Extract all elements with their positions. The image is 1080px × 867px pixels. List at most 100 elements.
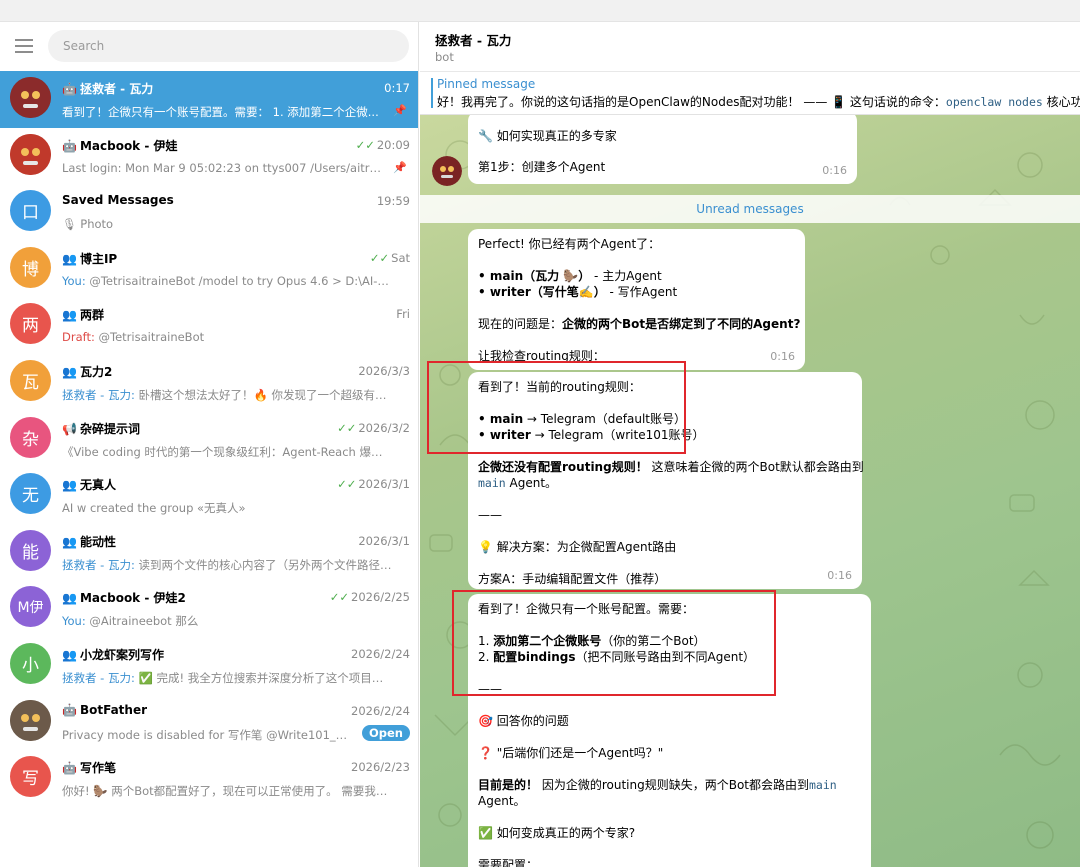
chat-list-item[interactable]: 小 👥 小龙虾案列写作 2026/2/24 拯救者 - 瓦力: ✅ 完成! 我全方位搜索… bbox=[0, 637, 418, 694]
message-line: Perfect! 你已经有两个Agent了： bbox=[478, 237, 661, 251]
pinned-message-bar[interactable]: Pinned message 好！我再完了。你说的这句话指的是OpenClaw的… bbox=[420, 72, 1080, 115]
chat-list-item[interactable]: M伊 👥 Macbook - 伊娃2 ✓✓ 2026/2/25 You: @Aitrain… bbox=[0, 580, 418, 637]
message-text: 因为企微的routing规则缺失，两个Bot都会路由到 bbox=[538, 778, 809, 792]
agent-desc: - 主力Agent bbox=[590, 269, 662, 283]
read-check-icon: ✓✓ bbox=[337, 420, 357, 435]
message-time: 0:16 bbox=[770, 350, 795, 363]
chat-type-icon: 👥 bbox=[62, 251, 77, 266]
chat-avatar bbox=[10, 699, 51, 741]
preview-sender: You: bbox=[62, 273, 90, 288]
pin-icon: 📌 bbox=[393, 160, 407, 174]
message-text: 现在的问题是： bbox=[478, 317, 563, 331]
message-line: 🔧 如何实现真正的多专家 bbox=[478, 129, 617, 143]
chat-list-item[interactable]: 🤖 拯救者 - 瓦力 0:17 看到了！企微只有一个账号配置。需要： 1. 添加第二个… bbox=[0, 71, 418, 128]
chat-list: 🤖 拯救者 - 瓦力 0:17 看到了！企微只有一个账号配置。需要： 1. 添加第二个… bbox=[0, 71, 418, 807]
message-text: Agent。 bbox=[505, 476, 558, 490]
chat-preview: AI w created the group «无真人» bbox=[62, 501, 246, 516]
chat-header[interactable]: 拯救者 - 瓦力 bot bbox=[420, 22, 1080, 72]
sidebar-top-bar bbox=[0, 22, 418, 71]
chat-name: 👥 小龙虾案列写作 bbox=[62, 646, 164, 663]
chat-list-panel: 🤖拯救者 - 瓦力0:17看到了！企微只有一个账号配置。需要： 1. 添加第二个… bbox=[0, 22, 419, 867]
preview-sender: Draft: bbox=[62, 330, 99, 345]
chat-list-item[interactable]: 写 🤖 写作笔 2026/2/23 你好! 🦫 两个Bot都配置好了，现在可以正常使用了… bbox=[0, 750, 418, 807]
message-line: • main（瓦力 🦫） - 主力Agent bbox=[478, 268, 795, 284]
message-bold-text: 企微的两个Bot是否绑定到了不同的Agent? bbox=[562, 317, 801, 331]
search-box[interactable] bbox=[48, 30, 409, 62]
message-line: ✅ 如何变成真正的两个专家? bbox=[478, 826, 636, 840]
chat-time: ✓✓ 2026/3/2 bbox=[337, 420, 410, 435]
chat-name-text: 拯救者 - 瓦力 bbox=[79, 82, 154, 96]
chat-name: 📢 杂碎提示词 bbox=[62, 420, 140, 437]
bot-avatar[interactable] bbox=[432, 156, 462, 186]
chat-name-text: 瓦力2 bbox=[79, 364, 113, 379]
chat-name: 👥 博主IP bbox=[62, 250, 117, 267]
chat-preview: 拯救者 - 瓦力: ✅ 完成! 我全方位搜索并深度分析了这个项目，... bbox=[62, 670, 392, 685]
chat-list-item[interactable]: 杂 📢 杂碎提示词 ✓✓ 2026/3/2 《Vibe coding 时代的第一个现象级红… bbox=[0, 411, 418, 468]
inline-code: main bbox=[478, 476, 506, 490]
agent-desc: - 写作Agent bbox=[605, 285, 678, 299]
message-text: 这意味着企微的两个Bot默认都会路由到 bbox=[647, 460, 864, 474]
chat-time: 19:59 bbox=[376, 194, 410, 209]
highlight-box bbox=[452, 590, 776, 696]
chat-background: 🔧 如何实现真正的多专家 第1步：创建多个Agent 0:16 Unread m… bbox=[420, 115, 1080, 867]
chat-time: Fri bbox=[396, 307, 410, 322]
chat-avatar: 口 bbox=[10, 190, 51, 232]
chat-name: 🤖 BotFather bbox=[62, 703, 147, 717]
chat-list-item[interactable]: 🤖 BotFather 2026/2/24 Privacy mode is disab… bbox=[0, 694, 418, 751]
message-time: 0:16 bbox=[822, 164, 847, 177]
chat-name-text: Macbook - 伊娃2 bbox=[79, 591, 186, 606]
chat-name-text: 博主IP bbox=[79, 251, 118, 266]
chat-time: 2026/3/3 bbox=[358, 363, 410, 378]
search-input[interactable] bbox=[48, 30, 409, 62]
chat-time: ✓✓ 20:09 bbox=[355, 137, 410, 152]
chat-time: ✓✓ 2026/2/25 bbox=[329, 590, 410, 605]
message-line: Agent。 bbox=[478, 794, 526, 808]
chat-type-icon: 🤖 bbox=[62, 761, 77, 776]
chat-list-item[interactable]: 能 👥 能动性 2026/3/1 拯救者 - 瓦力: 读到两个文件的核心内容了（另外两个… bbox=[0, 524, 418, 581]
chat-preview: You: @TetrisaitraineBot /model to try Op… bbox=[62, 273, 392, 288]
chat-name: 👥 两群 bbox=[62, 306, 104, 323]
chat-time: 2026/2/24 bbox=[351, 646, 410, 661]
chat-name-text: 杂碎提示词 bbox=[79, 421, 140, 436]
chat-avatar: 小 bbox=[10, 642, 51, 684]
message-line: 目前是的！ 因为企微的routing规则缺失，两个Bot都会路由到main bbox=[478, 777, 861, 793]
chat-list-item[interactable]: 口 Saved Messages 19:59 🎙 Photo bbox=[0, 184, 418, 241]
message-line: • writer（写什笔✍️） - 写作Agent bbox=[478, 284, 795, 300]
chat-name: Saved Messages bbox=[62, 193, 174, 207]
chat-subtitle: bot bbox=[435, 50, 454, 64]
chat-avatar: 写 bbox=[10, 756, 51, 798]
chat-avatar bbox=[10, 133, 51, 175]
chat-name-text: 小龙虾案列写作 bbox=[79, 647, 164, 662]
chat-avatar: 杂 bbox=[10, 416, 51, 458]
agent-name: • writer（写什笔✍️） bbox=[478, 285, 606, 299]
message-line: 现在的问题是：企微的两个Bot是否绑定到了不同的Agent? bbox=[478, 316, 800, 332]
open-button[interactable]: Open bbox=[362, 724, 410, 741]
message-line: ❓ "后端你们还是一个Agent吗？" bbox=[478, 746, 664, 760]
chat-avatar bbox=[10, 77, 51, 118]
chat-name: 🤖 Macbook - 伊娃 bbox=[62, 137, 178, 154]
chat-type-icon: 👥 bbox=[62, 478, 77, 493]
chat-time: ✓✓ Sat bbox=[369, 250, 410, 265]
chat-avatar: 两 bbox=[10, 303, 51, 345]
chat-preview: 《Vibe coding 时代的第一个现象级红利：Agent-Reach 爆火背… bbox=[62, 444, 392, 459]
chat-list-item[interactable]: 瓦 👥 瓦力2 2026/3/3 拯救者 - 瓦力: 卧槽这个想法太好了！🔥 你发现了一… bbox=[0, 354, 418, 411]
chat-name-text: 两群 bbox=[79, 308, 104, 323]
chat-list-item[interactable]: 两 👥 两群 Fri Draft: @TetrisaitraineBot bbox=[0, 297, 418, 354]
message-line: —— bbox=[478, 508, 502, 522]
chat-name: 👥 能动性 bbox=[62, 533, 116, 550]
chat-list-item[interactable]: 🤖 Macbook - 伊娃 ✓✓ 20:09 Last login: Mon Mar … bbox=[0, 128, 418, 185]
preview-sender: 拯救者 - 瓦力: bbox=[62, 557, 139, 572]
pinned-label: Pinned message bbox=[437, 77, 536, 91]
message-line: 第1步：创建多个Agent bbox=[478, 160, 606, 174]
chat-preview: 拯救者 - 瓦力: 卧槽这个想法太好了！🔥 你发现了一个超级有价... bbox=[62, 387, 392, 402]
message-bubble[interactable]: Perfect! 你已经有两个Agent了： • main（瓦力 🦫） - 主力… bbox=[468, 229, 805, 370]
message-bubble[interactable]: 🔧 如何实现真正的多专家 第1步：创建多个Agent 0:16 bbox=[468, 115, 857, 184]
chat-list-item[interactable]: 博 👥 博主IP ✓✓ Sat You: @TetrisaitraineBot /mode… bbox=[0, 241, 418, 298]
pinned-text: 好！我再完了。你说的这句话指的是OpenClaw的Nodes配对功能！ —— 📱… bbox=[437, 93, 1080, 110]
pinned-accent-bar bbox=[431, 78, 433, 108]
window-titlebar bbox=[0, 0, 1080, 22]
chat-avatar: M伊 bbox=[10, 586, 51, 628]
menu-icon[interactable] bbox=[15, 39, 33, 53]
read-check-icon: ✓✓ bbox=[355, 137, 375, 152]
chat-list-item[interactable]: 无 👥 无真人 ✓✓ 2026/3/1 AI w created the group «无… bbox=[0, 467, 418, 524]
